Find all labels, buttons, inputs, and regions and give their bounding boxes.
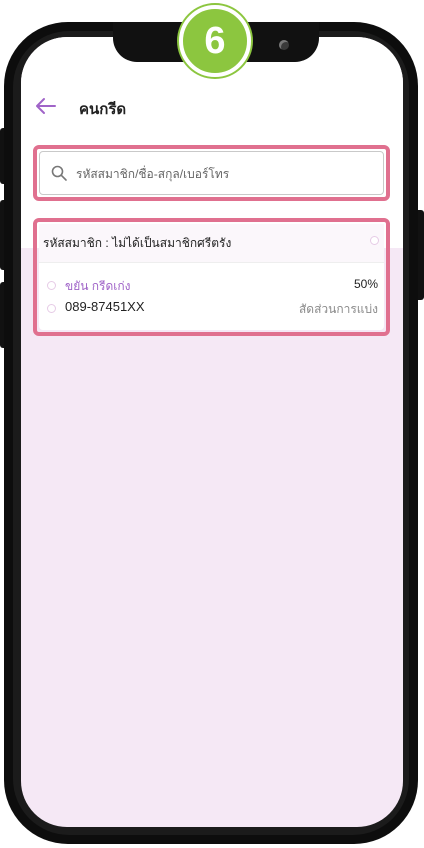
phone-radio[interactable] xyxy=(47,304,56,313)
person-phone: 089-87451XX xyxy=(65,299,145,314)
result-card-header: รหัสสมาชิก : ไม่ได้เป็นสมาชิกศรีตรัง xyxy=(39,224,384,263)
result-card[interactable]: รหัสสมาชิก : ไม่ได้เป็นสมาชิกศรีตรัง ขยั… xyxy=(39,224,384,330)
member-select-radio[interactable] xyxy=(370,236,379,245)
person-name: ขยัน กรีดเก่ง xyxy=(65,279,131,293)
camera-icon xyxy=(279,40,289,50)
share-label: สัดส่วนการแบ่ง xyxy=(298,302,378,316)
name-radio[interactable] xyxy=(47,281,56,290)
app-screen: คนกรีด รหัสสมาชิก : ไม่ได้เป็นสมาชิกศรีต… xyxy=(21,37,403,827)
back-arrow-icon[interactable] xyxy=(35,97,57,115)
phone-side-button xyxy=(417,210,424,300)
search-input[interactable] xyxy=(74,160,378,188)
page-title: คนกรีด xyxy=(79,101,127,118)
share-percent: 50% xyxy=(353,277,378,291)
member-id-line: รหัสสมาชิก : ไม่ได้เป็นสมาชิกศรีตรัง xyxy=(43,236,232,250)
search-icon xyxy=(50,164,68,182)
search-box[interactable] xyxy=(39,151,384,195)
step-number-badge: 6 xyxy=(179,5,251,77)
